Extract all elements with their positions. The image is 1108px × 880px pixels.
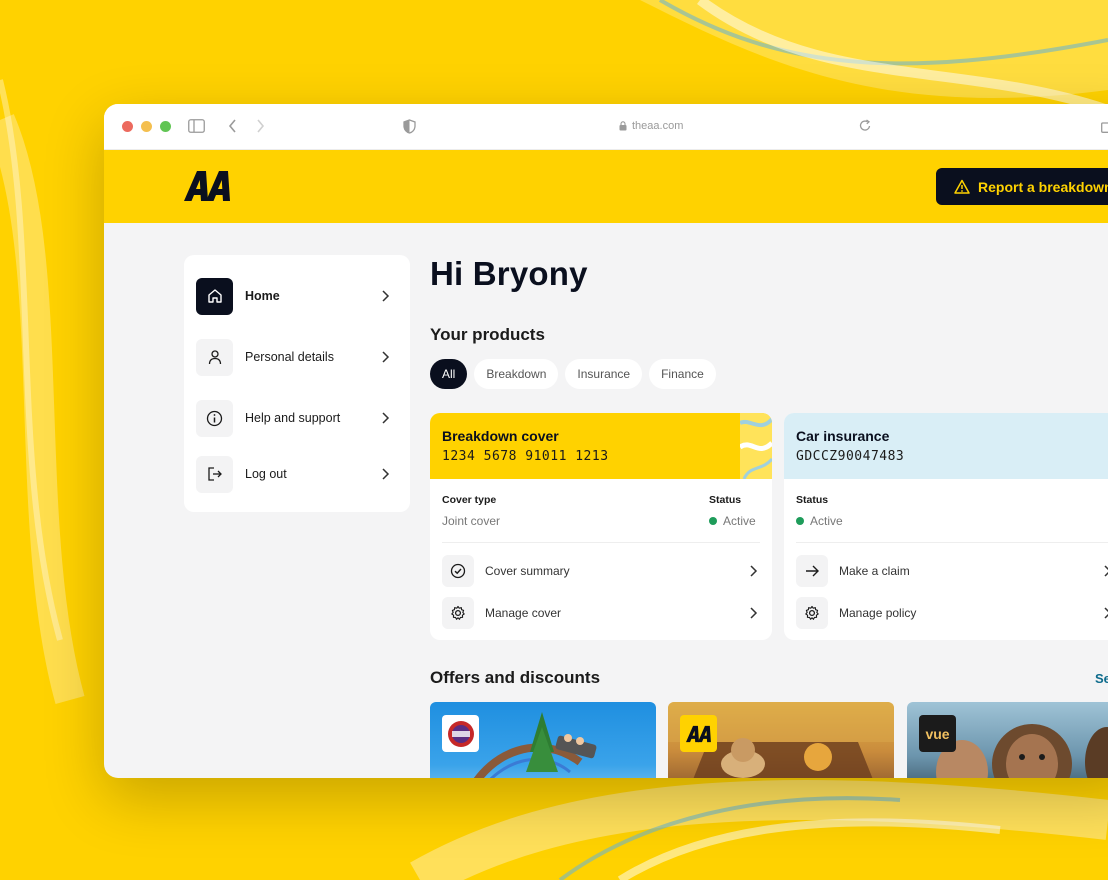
- status-text: Active: [723, 514, 756, 528]
- report-breakdown-label: Report a breakdown: [978, 178, 1108, 195]
- card-details: Cover type Joint cover Status Active: [442, 479, 760, 543]
- products-heading: Your products: [430, 325, 545, 344]
- info-icon: [196, 399, 233, 437]
- url-text: theaa.com: [632, 120, 684, 132]
- address-bar[interactable]: theaa.com: [619, 120, 683, 132]
- sidebar-item-label: Help and support: [245, 411, 341, 425]
- sidebar-item-label: Log out: [245, 467, 287, 481]
- chevron-right-icon: [382, 351, 390, 363]
- cover-summary-label: Cover summary: [485, 564, 570, 578]
- browser-toolbar: theaa.com: [104, 104, 1108, 150]
- sidebar-toggle-icon[interactable]: [188, 119, 205, 136]
- filter-chip-finance[interactable]: Finance: [649, 359, 716, 389]
- cover-summary-link[interactable]: Cover summary: [442, 555, 760, 587]
- home-icon: [196, 277, 233, 315]
- card-header: Breakdown cover 1234 5678 91011 1213: [430, 413, 772, 479]
- sidebar-item-help-and-support[interactable]: Help and support: [196, 399, 398, 437]
- window-controls: [122, 121, 171, 132]
- minimize-window-button[interactable]: [141, 121, 152, 132]
- sidebar-item-label: Personal details: [245, 350, 334, 364]
- status-dot: [796, 517, 804, 525]
- cover-type-value: Joint cover: [442, 514, 500, 528]
- status-badge: Active: [709, 514, 756, 528]
- chevron-right-icon: [382, 468, 390, 480]
- see-all-offers-link[interactable]: Se: [1095, 671, 1108, 686]
- chevron-right-icon: [382, 412, 390, 424]
- check-circle-icon: [442, 555, 474, 587]
- logout-icon: [196, 455, 233, 493]
- gear-icon: [796, 597, 828, 629]
- main-content: Hi Bryony Your products All Breakdown In…: [430, 255, 1108, 778]
- membership-number: 1234 5678 91011 1213: [442, 449, 609, 464]
- warning-icon: [954, 179, 970, 194]
- chevron-right-icon: [1104, 565, 1108, 577]
- policy-number: GDCCZ90047483: [796, 449, 905, 464]
- status-badge: Active: [796, 514, 843, 528]
- status-label: Status: [709, 494, 742, 506]
- aa-logo[interactable]: [184, 170, 232, 207]
- card-details: Status Active: [796, 479, 1108, 543]
- filter-chip-breakdown[interactable]: Breakdown: [474, 359, 559, 389]
- site-header: Report a breakdown: [104, 150, 1108, 223]
- sidebar-nav: Home Personal details Help and support L…: [184, 255, 410, 512]
- chevron-right-icon: [750, 565, 758, 577]
- product-name: Breakdown cover: [442, 428, 559, 444]
- aa-logo: [680, 715, 717, 752]
- product-card-breakdown-cover[interactable]: Breakdown cover 1234 5678 91011 1213 Cov…: [430, 413, 772, 640]
- cover-type-text: Joint cover: [442, 514, 501, 528]
- reload-icon[interactable]: [859, 119, 871, 135]
- status-text: Active: [810, 514, 843, 528]
- person-icon: [196, 338, 233, 376]
- make-a-claim-link[interactable]: Make a claim: [796, 555, 1108, 587]
- offer-tile-vue[interactable]: vue: [907, 702, 1108, 778]
- close-window-button[interactable]: [122, 121, 133, 132]
- chevron-right-icon: [382, 290, 390, 302]
- offer-tile-aa[interactable]: [668, 702, 894, 778]
- make-a-claim-label: Make a claim: [839, 564, 910, 578]
- manage-policy-link[interactable]: Manage policy: [796, 597, 1108, 629]
- cover-type-label: Cover type: [442, 494, 497, 506]
- back-icon[interactable]: [228, 119, 237, 136]
- vue-logo-text: vue: [925, 725, 950, 742]
- card-decoration: [740, 413, 772, 479]
- sidebar-item-personal-details[interactable]: Personal details: [196, 338, 398, 376]
- filter-chip-insurance[interactable]: Insurance: [565, 359, 643, 389]
- lock-icon: [619, 121, 627, 131]
- manage-cover-label: Manage cover: [485, 606, 562, 620]
- sidebar-item-log-out[interactable]: Log out: [196, 455, 398, 493]
- forward-icon[interactable]: [256, 119, 265, 136]
- card-header: Car insurance GDCCZ90047483: [784, 413, 1108, 479]
- offer-tile-alton-towers[interactable]: [430, 702, 656, 778]
- sidebar-item-label: Home: [245, 289, 280, 303]
- arrow-right-icon: [796, 555, 828, 587]
- maximize-window-button[interactable]: [160, 121, 171, 132]
- gear-icon: [442, 597, 474, 629]
- product-name: Car insurance: [796, 428, 890, 444]
- status-dot: [709, 517, 717, 525]
- product-filter-chips: All Breakdown Insurance Finance: [430, 359, 716, 389]
- filter-chip-all[interactable]: All: [430, 359, 468, 389]
- page-title: Hi Bryony: [430, 255, 588, 292]
- sidebar-item-home[interactable]: Home: [196, 277, 398, 315]
- chevron-right-icon: [1104, 607, 1108, 619]
- product-card-car-insurance[interactable]: Car insurance GDCCZ90047483 Status Activ…: [784, 413, 1108, 640]
- alton-towers-logo: [442, 715, 479, 752]
- chevron-right-icon: [750, 607, 758, 619]
- privacy-shield-icon[interactable]: [403, 119, 416, 137]
- share-icon[interactable]: [1101, 119, 1108, 136]
- report-breakdown-button[interactable]: Report a breakdown: [936, 168, 1108, 205]
- manage-policy-label: Manage policy: [839, 606, 917, 620]
- offers-heading: Offers and discounts: [430, 668, 601, 687]
- manage-cover-link[interactable]: Manage cover: [442, 597, 760, 629]
- vue-logo: vue: [919, 715, 956, 752]
- status-label: Status: [796, 494, 829, 506]
- browser-window: theaa.com Report a breakdown Home Person…: [104, 104, 1108, 778]
